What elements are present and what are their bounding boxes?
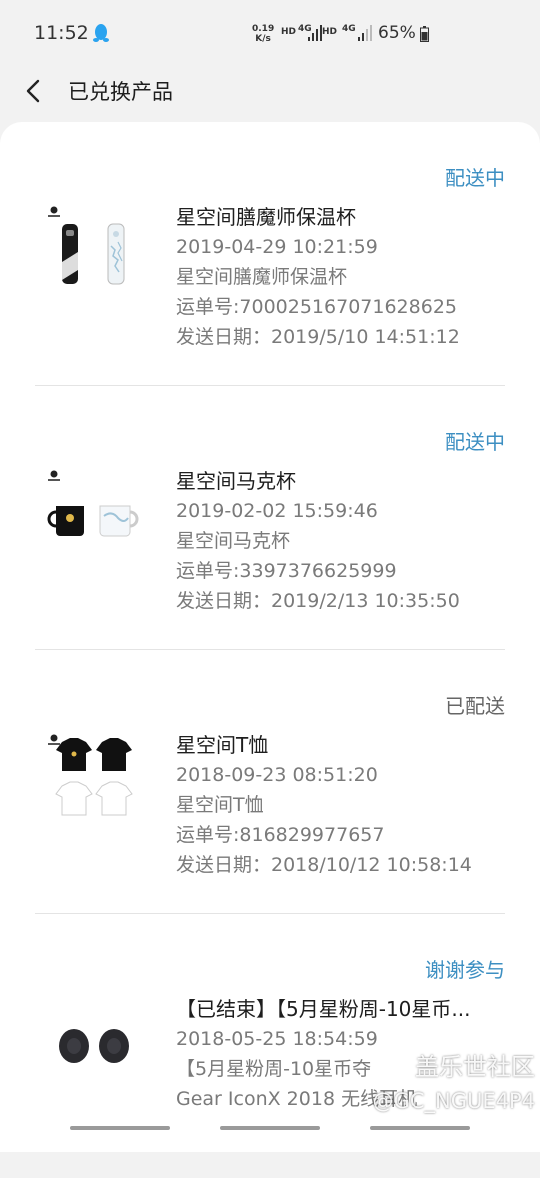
nav-hint-left[interactable] <box>70 1126 170 1130</box>
hd-badge: HD <box>281 27 297 37</box>
nav-hint-center[interactable] <box>220 1126 320 1130</box>
product-thumbnail-mug <box>47 470 139 537</box>
page-title: 已兑换产品 <box>68 80 173 104</box>
order-status: 配送中 <box>445 166 505 190</box>
app-header: 已兑换产品 <box>0 64 540 120</box>
order-date: 2019-04-29 10:21:59 <box>176 236 378 258</box>
order-date: 2019-02-02 15:59:46 <box>176 500 378 522</box>
qq-notification-icon <box>93 24 109 42</box>
nav-hint-right[interactable] <box>370 1126 470 1130</box>
status-time: 11:52 <box>34 22 89 44</box>
community-watermark: 盖乐世社区 @GC_NGUE4P4 <box>345 1050 535 1118</box>
product-name: 星空间膳魔师保温杯 <box>176 205 356 229</box>
signal-icon <box>308 25 322 41</box>
battery-icon <box>420 26 429 42</box>
order-item[interactable]: 配送中 星空间膳魔师保温杯 2019-04-29 10:21:59 星空间膳魔师… <box>0 122 540 386</box>
hd-badge-2: HD <box>322 27 338 37</box>
order-details: 星空间马克杯 2019-02-02 15:59:46 星空间马克杯 运单号:33… <box>176 466 516 616</box>
order-status: 已配送 <box>445 694 505 718</box>
product-name: 星空间T恤 <box>176 733 269 757</box>
signal-icon-2 <box>358 25 372 41</box>
product-subtitle: 星空间T恤 <box>176 794 264 816</box>
product-name: 【已结束】【5月星粉周-10星币... <box>176 997 471 1021</box>
product-thumbnail-tshirt <box>48 734 133 816</box>
product-thumbnail-earbuds <box>59 1029 129 1063</box>
product-subtitle: 星空间马克杯 <box>176 530 291 552</box>
watermark-site: 盖乐世社区 <box>415 1053 535 1081</box>
redeemed-list: 配送中 星空间膳魔师保温杯 2019-04-29 10:21:59 星空间膳魔师… <box>0 122 540 1152</box>
ship-date: 发送日期：2019/5/10 14:51:12 <box>176 326 460 348</box>
order-details: 星空间T恤 2018-09-23 08:51:20 星空间T恤 运单号:8168… <box>176 730 516 880</box>
order-status: 谢谢参与 <box>425 958 505 982</box>
ship-date: 发送日期：2018/10/12 10:58:14 <box>176 854 472 876</box>
tracking-number: 运单号:816829977657 <box>176 824 385 846</box>
tracking-number: 运单号:3397376625999 <box>176 560 397 582</box>
product-subtitle: 星空间膳魔师保温杯 <box>176 266 348 288</box>
back-arrow-icon[interactable] <box>18 74 52 108</box>
order-date: 2018-09-23 08:51:20 <box>176 764 378 786</box>
network-speed: 0.19 K/s <box>252 24 275 44</box>
order-item[interactable]: 配送中 星空间马克杯 2019-02-02 15:59:46 星空间马克杯 运单… <box>0 386 540 650</box>
product-name: 星空间马克杯 <box>176 469 296 493</box>
ship-date: 发送日期：2019/2/13 10:35:50 <box>176 590 460 612</box>
order-details: 星空间膳魔师保温杯 2019-04-29 10:21:59 星空间膳魔师保温杯 … <box>176 202 516 352</box>
watermark-user: @GC_NGUE4P4 <box>372 1089 535 1113</box>
order-status: 配送中 <box>445 430 505 454</box>
order-item[interactable]: 谢谢参与 【已结束】【5月星粉周-10星币... 2018-05-25 18:5… <box>0 914 540 1178</box>
tracking-number: 运单号:700025167071628625 <box>176 296 457 318</box>
product-thumbnail-thermos <box>48 206 125 285</box>
order-item[interactable]: 已配送 星空间T恤 2018-09-23 08:51:20 星空间T恤 运单号:… <box>0 650 540 914</box>
battery-percent: 65% <box>378 23 416 43</box>
status-bar: 11:52 0.19 K/s HD 4G HD 4G 65% <box>0 0 540 64</box>
